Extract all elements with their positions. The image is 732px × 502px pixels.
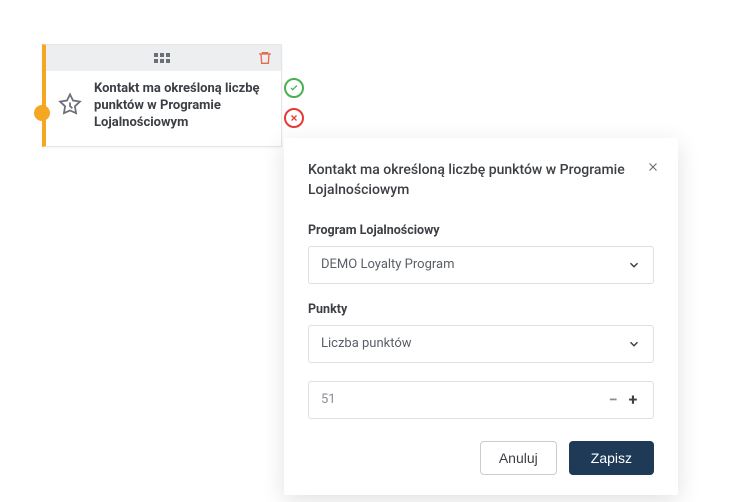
points-value: 51 [321,392,603,407]
modal-actions: Anuluj Zapisz [308,441,654,475]
close-icon[interactable] [646,160,662,176]
points-label: Punkty [308,302,654,317]
node-title: Kontakt ma określoną liczbę punktów w Pr… [94,81,271,132]
cancel-button[interactable]: Anuluj [480,441,557,475]
output-yes-port[interactable] [284,78,304,98]
increment-button[interactable]: + [623,390,643,410]
program-select[interactable]: DEMO Loyalty Program [308,246,654,284]
points-mode-select[interactable]: Liczba punktów [308,325,654,363]
points-mode-value: Liczba punktów [321,336,412,351]
config-modal: Kontakt ma określoną liczbę punktów w Pr… [284,138,678,495]
chevron-down-icon [627,258,641,272]
trash-icon[interactable] [257,50,273,66]
program-label: Program Lojalnościowy [308,223,654,238]
star-points-icon [56,92,84,120]
program-select-value: DEMO Loyalty Program [321,257,455,272]
drag-handle-icon[interactable] [154,53,174,63]
node-header [46,45,281,71]
workflow-node[interactable]: Kontakt ma określoną liczbę punktów w Pr… [42,44,282,147]
node-outputs [284,78,304,128]
node-input-port[interactable] [34,105,50,121]
save-button[interactable]: Zapisz [569,441,654,475]
modal-title: Kontakt ma określoną liczbę punktów w Pr… [308,160,654,201]
chevron-down-icon [627,337,641,351]
decrement-button[interactable]: − [603,390,623,410]
output-no-port[interactable] [284,108,304,128]
node-body: Kontakt ma określoną liczbę punktów w Pr… [46,71,281,146]
points-stepper[interactable]: 51 − + [308,381,654,419]
